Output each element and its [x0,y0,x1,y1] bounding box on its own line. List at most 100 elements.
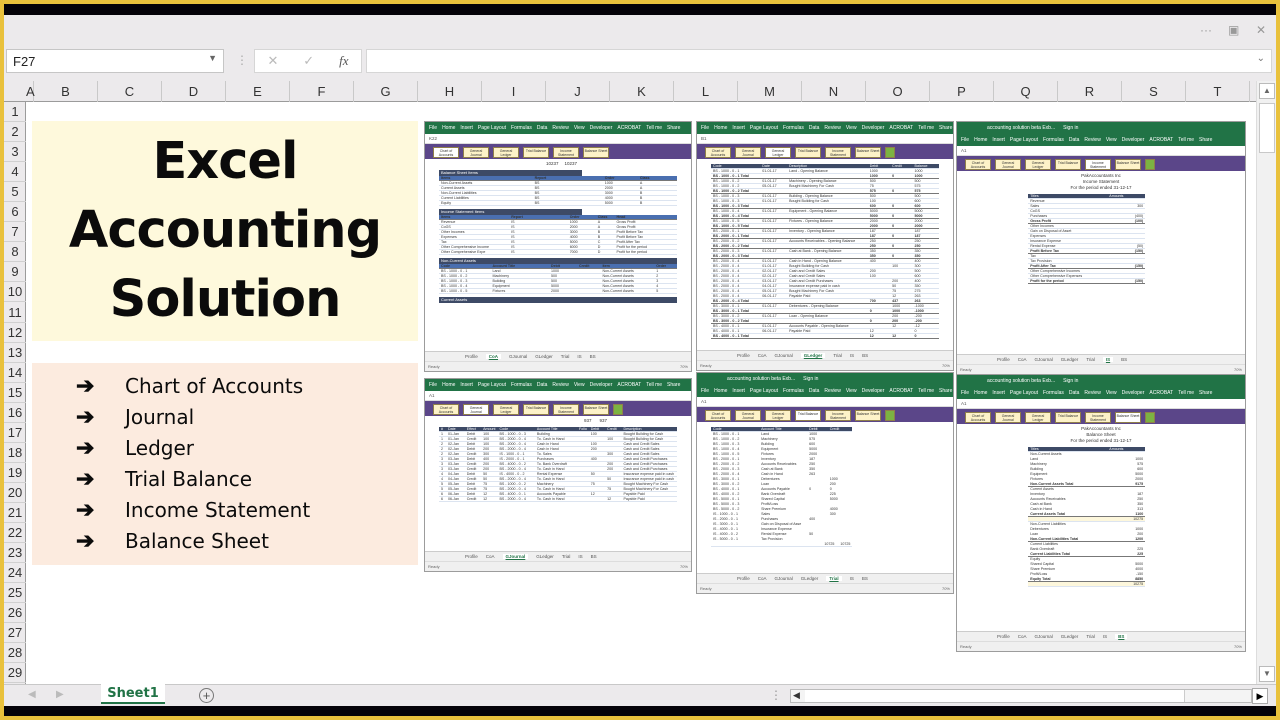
row-header[interactable]: 20 [4,483,26,503]
embedded-sheet-tab[interactable]: IS [577,354,581,359]
embedded-ribbon-tab[interactable]: File [429,125,437,131]
embedded-ribbon-tab[interactable]: Share [667,125,680,131]
embedded-ribbon-tab[interactable]: Home [442,125,455,131]
embedded-ribbon-tab[interactable]: Tell me [646,125,662,131]
embedded-sheet-tab[interactable]: IS [578,554,582,559]
embedded-nav-button[interactable]: Income Statement [553,147,579,158]
embedded-sheet-tab[interactable]: Trial [833,353,842,358]
name-box[interactable]: F27 ▼ [6,49,224,73]
column-header[interactable]: K [610,81,674,102]
embedded-ribbon-tab[interactable]: Insert [460,382,473,388]
embedded-sheet-tab[interactable]: BS [1121,357,1127,362]
embedded-sheet-tab[interactable]: CoA [1018,357,1027,362]
row-header[interactable]: 4 [4,162,26,183]
embedded-ribbon-tab[interactable]: Review [824,388,840,394]
column-header[interactable]: D [162,81,226,102]
embedded-sheet-tab[interactable]: Profile [997,634,1010,639]
column-header[interactable]: R [1058,81,1122,102]
embedded-nav-button[interactable]: General Journal [735,410,761,421]
row-header[interactable]: 1 [4,102,26,122]
row-header[interactable]: 25 [4,583,26,604]
embedded-sheet-tab[interactable]: CoA [1018,634,1027,639]
row-header[interactable]: 28 [4,643,26,664]
embedded-sheet-tab[interactable]: GLedger [536,554,554,559]
embedded-ribbon-tab[interactable]: ACROBAT [1149,390,1173,396]
row-header[interactable]: 2 [4,122,26,143]
column-header[interactable]: S [1122,81,1186,102]
embedded-name-box[interactable]: B1 [701,136,707,141]
embedded-ribbon-tab[interactable]: Share [939,125,952,131]
embedded-ribbon-tab[interactable]: Page Layout [750,388,778,394]
embedded-nav-button[interactable]: Trial Balance [795,147,821,158]
embedded-ribbon-tab[interactable]: Insert [460,125,473,131]
row-header[interactable]: 18 [4,443,26,463]
embedded-ribbon-tab[interactable]: Review [552,382,568,388]
embedded-ribbon-tab[interactable]: Insert [732,388,745,394]
embedded-ribbon-tab[interactable]: Insert [992,390,1005,396]
embedded-ribbon-tab[interactable]: Data [537,382,548,388]
row-header[interactable]: 3 [4,142,26,163]
embedded-sheet-tab[interactable]: GJournal [775,353,793,358]
embedded-ribbon-tab[interactable]: View [1106,137,1117,143]
column-header[interactable]: B [34,81,98,102]
embedded-nav-button[interactable]: Chart of Accounts [965,412,991,423]
column-header[interactable]: I [482,81,546,102]
hscroll-thumb[interactable] [805,690,1185,702]
embedded-nav-button[interactable]: Balance Sheet [583,147,609,158]
column-header[interactable]: T [1186,81,1250,102]
embedded-sheet-tab[interactable]: IS [850,576,854,581]
row-header[interactable]: 23 [4,543,26,564]
embedded-sheet-tab[interactable]: Trial [561,354,570,359]
row-header[interactable]: 13 [4,343,26,363]
tab-split-grip[interactable]: ⋮ [770,688,782,702]
embedded-name-box[interactable]: A1 [701,399,707,404]
column-header[interactable]: E [226,81,290,102]
embedded-ribbon-tab[interactable]: Tell me [918,125,934,131]
column-header[interactable]: P [930,81,994,102]
next-sheet-icon[interactable]: ▶ [56,689,64,700]
embedded-nav-button[interactable]: General Journal [463,404,489,415]
embedded-ribbon-tab[interactable]: Page Layout [1010,137,1038,143]
embedded-ribbon-tab[interactable]: Page Layout [478,382,506,388]
column-header[interactable]: F [290,81,354,102]
embedded-ribbon-tab[interactable]: Formulas [1043,137,1064,143]
embedded-sheet-tab[interactable]: GJournal [502,554,529,559]
row-header[interactable]: 8 [4,242,26,263]
embedded-sheet-tab[interactable]: GLedger [800,353,826,358]
embedded-sheet-tab[interactable]: BS [862,576,868,581]
embedded-sheet-tab[interactable]: CoA [758,353,767,358]
embedded-sheet-tab[interactable]: Trial [1086,634,1095,639]
embedded-ribbon-tab[interactable]: View [846,125,857,131]
row-header[interactable]: 11 [4,303,26,323]
scroll-up-icon[interactable]: ▲ [1259,83,1275,99]
formula-bar-grip[interactable]: ⋮ [236,53,248,67]
scroll-down-icon[interactable]: ▼ [1259,666,1275,682]
embedded-sheet-tab[interactable]: GJournal [1035,634,1053,639]
embedded-ribbon-tab[interactable]: Tell me [918,388,934,394]
embedded-nav-button[interactable]: General Journal [995,412,1021,423]
embedded-nav-button[interactable]: General Ledger [765,147,791,158]
embedded-ribbon-tab[interactable]: File [701,125,709,131]
row-header[interactable]: 10 [4,282,26,303]
embedded-ribbon-tab[interactable]: Formulas [783,388,804,394]
embedded-nav-button[interactable]: Trial Balance [523,147,549,158]
column-header[interactable]: M [738,81,802,102]
embedded-ribbon-tab[interactable]: ACROBAT [889,125,913,131]
embedded-ribbon-tab[interactable]: File [701,388,709,394]
embedded-nav-button[interactable]: General Journal [995,159,1021,170]
embedded-nav-button[interactable]: Trial Balance [1055,412,1081,423]
enter-icon[interactable]: ✓ [303,53,314,69]
embedded-nav-button[interactable]: Chart of Accounts [705,147,731,158]
embedded-ribbon-tab[interactable]: Home [974,390,987,396]
embedded-ribbon-tab[interactable]: Formulas [511,125,532,131]
column-header[interactable]: A [26,81,35,102]
embedded-nav-button[interactable]: Chart of Accounts [705,410,731,421]
embedded-ribbon-tab[interactable]: File [429,382,437,388]
row-header[interactable]: 9 [4,262,26,283]
embedded-ribbon-tab[interactable]: Home [714,125,727,131]
column-header[interactable]: Q [994,81,1058,102]
embedded-nav-button[interactable]: Income Statement [1085,159,1111,170]
embedded-ribbon-tab[interactable]: Review [1084,137,1100,143]
embedded-ribbon-tab[interactable]: Review [552,125,568,131]
embedded-sign-in[interactable]: Sign in [803,376,818,382]
